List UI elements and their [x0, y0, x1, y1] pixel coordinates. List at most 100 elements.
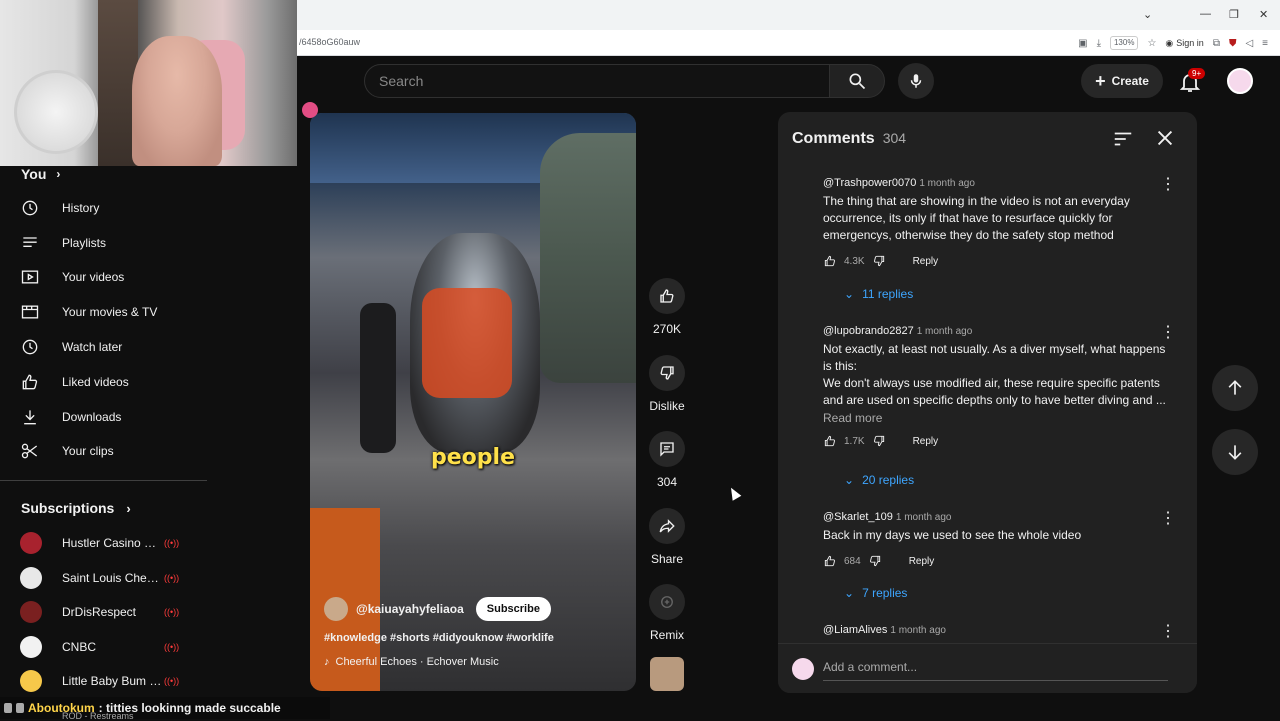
- sidebar-item-playlists[interactable]: Playlists: [20, 226, 200, 260]
- comment-author[interactable]: @Skarlet_109: [823, 511, 893, 523]
- extensions-icon[interactable]: ⧉: [1213, 38, 1220, 49]
- sidebar-item-downloads[interactable]: Downloads: [20, 400, 200, 434]
- comment-author[interactable]: @lupobrando2827: [823, 325, 914, 337]
- remix-button[interactable]: Remix: [645, 584, 689, 642]
- sidebar-item-your-clips[interactable]: Your clips: [20, 434, 200, 468]
- sidebar-item-movies[interactable]: Your movies & TV: [20, 295, 200, 329]
- sidebar-item-label: Your movies & TV: [62, 305, 158, 319]
- close-window-icon[interactable]: ✕: [1259, 8, 1268, 21]
- search-input[interactable]: Search: [364, 64, 830, 98]
- menu-icon[interactable]: ≡: [1262, 38, 1268, 49]
- you-section-header[interactable]: You ›: [21, 166, 60, 182]
- more-vert-icon[interactable]: ⋮: [1160, 174, 1176, 194]
- subscription-item[interactable]: Hustler Casino Li... ((•)): [20, 526, 200, 560]
- your-videos-icon: [21, 270, 39, 284]
- video-scene: [540, 133, 636, 383]
- voice-search-button[interactable]: [898, 63, 934, 99]
- close-icon[interactable]: [1154, 127, 1176, 149]
- subscribe-button[interactable]: Subscribe: [475, 597, 551, 621]
- view-replies-button[interactable]: ⌄ 20 replies: [844, 473, 914, 487]
- arrow-up-icon: [1228, 380, 1242, 395]
- screen-icon[interactable]: ▣: [1078, 38, 1087, 49]
- download-icon[interactable]: ⤓: [1097, 38, 1101, 49]
- thumbs-up-icon[interactable]: [823, 434, 837, 448]
- channel-avatar[interactable]: [324, 597, 348, 621]
- video-hashtags[interactable]: #knowledge #shorts #didyouknow #worklife: [324, 632, 554, 644]
- view-replies-button[interactable]: ⌄ 7 replies: [844, 586, 907, 600]
- comment-actions: 1.7K Reply: [823, 434, 1173, 448]
- sidebar-item-your-videos[interactable]: Your videos: [20, 260, 200, 294]
- subscription-item[interactable]: Saint Louis Ches... ((•)): [20, 561, 200, 595]
- channel-avatar: [20, 532, 42, 554]
- mic-icon: [910, 74, 922, 88]
- audio-source-thumbnail[interactable]: [650, 657, 684, 691]
- more-vert-icon[interactable]: ⋮: [1160, 621, 1176, 641]
- url-text[interactable]: /6458oG60auw: [299, 37, 360, 47]
- sidebar-item-label: Your videos: [62, 270, 125, 284]
- replies-label: 7 replies: [862, 586, 908, 600]
- read-more-link[interactable]: Read more: [823, 411, 1173, 425]
- chevron-down-icon[interactable]: ⌄: [1143, 8, 1152, 21]
- comment-author[interactable]: @LiamAlives: [823, 624, 887, 636]
- subscription-item[interactable]: Little Baby Bum -... ((•)): [20, 664, 200, 698]
- comment-like-count: 684: [844, 555, 861, 567]
- comments-button[interactable]: 304: [645, 431, 689, 489]
- create-button[interactable]: + Create: [1081, 64, 1163, 98]
- sort-icon[interactable]: [1112, 128, 1134, 150]
- more-vert-icon[interactable]: ⋮: [1160, 508, 1176, 528]
- comment-like-count: 1.7K: [844, 435, 865, 447]
- maximize-icon[interactable]: ❐: [1229, 8, 1239, 21]
- history-icon: [22, 200, 38, 216]
- sidebar-item-label: Your clips: [62, 444, 114, 458]
- subscription-item[interactable]: DrDisRespect ((•)): [20, 595, 200, 629]
- playlists-icon: [23, 237, 37, 247]
- sidebar-item-history[interactable]: History: [20, 191, 200, 225]
- search-button[interactable]: [829, 64, 885, 98]
- thumbs-down-icon[interactable]: [872, 254, 886, 268]
- next-short-button[interactable]: [1212, 429, 1258, 475]
- chevron-down-icon: ⌄: [844, 287, 855, 301]
- star-icon[interactable]: ☆: [1147, 38, 1156, 49]
- view-replies-button[interactable]: ⌄ 11 replies: [844, 287, 913, 301]
- channel-name[interactable]: @kaiuayahyfeliaoa: [356, 602, 464, 616]
- comment-item: @Trashpower0070 1 month ago The thing tha…: [823, 177, 1173, 268]
- subscription-name: Hustler Casino Li...: [62, 536, 162, 550]
- thumbs-up-icon[interactable]: [823, 254, 837, 268]
- minimize-icon[interactable]: —: [1200, 8, 1211, 20]
- arrow-down-icon: [1228, 445, 1242, 460]
- reply-button[interactable]: Reply: [909, 556, 935, 567]
- dislike-button[interactable]: Dislike: [645, 355, 689, 413]
- sign-in-button[interactable]: ◉ Sign in: [1165, 38, 1203, 49]
- live-icon: ((•)): [164, 538, 180, 548]
- thumbs-down-icon[interactable]: [868, 554, 882, 568]
- comment-time: 1 month ago: [890, 625, 946, 636]
- dislike-label: Dislike: [649, 399, 685, 413]
- short-video-player[interactable]: people @kaiuayahyfeliaoa Subscribe #know…: [310, 113, 636, 691]
- thumbs-down-icon[interactable]: [872, 434, 886, 448]
- shield-icon[interactable]: ⛊: [1229, 38, 1237, 49]
- add-comment-input[interactable]: Add a comment...: [823, 660, 1168, 681]
- subscription-item[interactable]: CNBC ((•)): [20, 630, 200, 664]
- chevron-down-icon: ⌄: [844, 586, 855, 600]
- channel-avatar: [20, 601, 42, 623]
- avatar[interactable]: [1227, 68, 1253, 94]
- sidebar-item-label: Playlists: [62, 236, 107, 250]
- zoom-level[interactable]: 130%: [1109, 36, 1139, 50]
- reply-button[interactable]: Reply: [913, 256, 939, 267]
- sidebar-item-watch-later[interactable]: Watch later: [20, 330, 200, 364]
- mute-icon[interactable]: ◁: [1245, 38, 1253, 49]
- subscription-name: CNBC: [62, 640, 97, 654]
- previous-short-button[interactable]: [1212, 365, 1258, 411]
- sidebar-item-liked-videos[interactable]: Liked videos: [20, 365, 200, 399]
- share-button[interactable]: Share: [645, 508, 689, 566]
- subscriptions-header[interactable]: Subscriptions ›: [21, 500, 131, 516]
- thumbs-up-icon[interactable]: [823, 554, 837, 568]
- comment-author[interactable]: @Trashpower0070: [823, 177, 916, 189]
- more-vert-icon[interactable]: ⋮: [1160, 322, 1176, 342]
- comment-item: @Skarlet_109 1 month ago Back in my days …: [823, 511, 1173, 568]
- like-button[interactable]: 270K: [645, 278, 689, 336]
- address-bar[interactable]: /6458oG60auw ▣ ⤓ 130% ☆ ◉ Sign in ⧉ ⛊ ◁ ≡: [297, 30, 1280, 56]
- reply-button[interactable]: Reply: [913, 436, 939, 447]
- remix-circle: [649, 584, 685, 620]
- video-music[interactable]: ♪ Cheerful Echoes · Echover Music: [324, 656, 499, 668]
